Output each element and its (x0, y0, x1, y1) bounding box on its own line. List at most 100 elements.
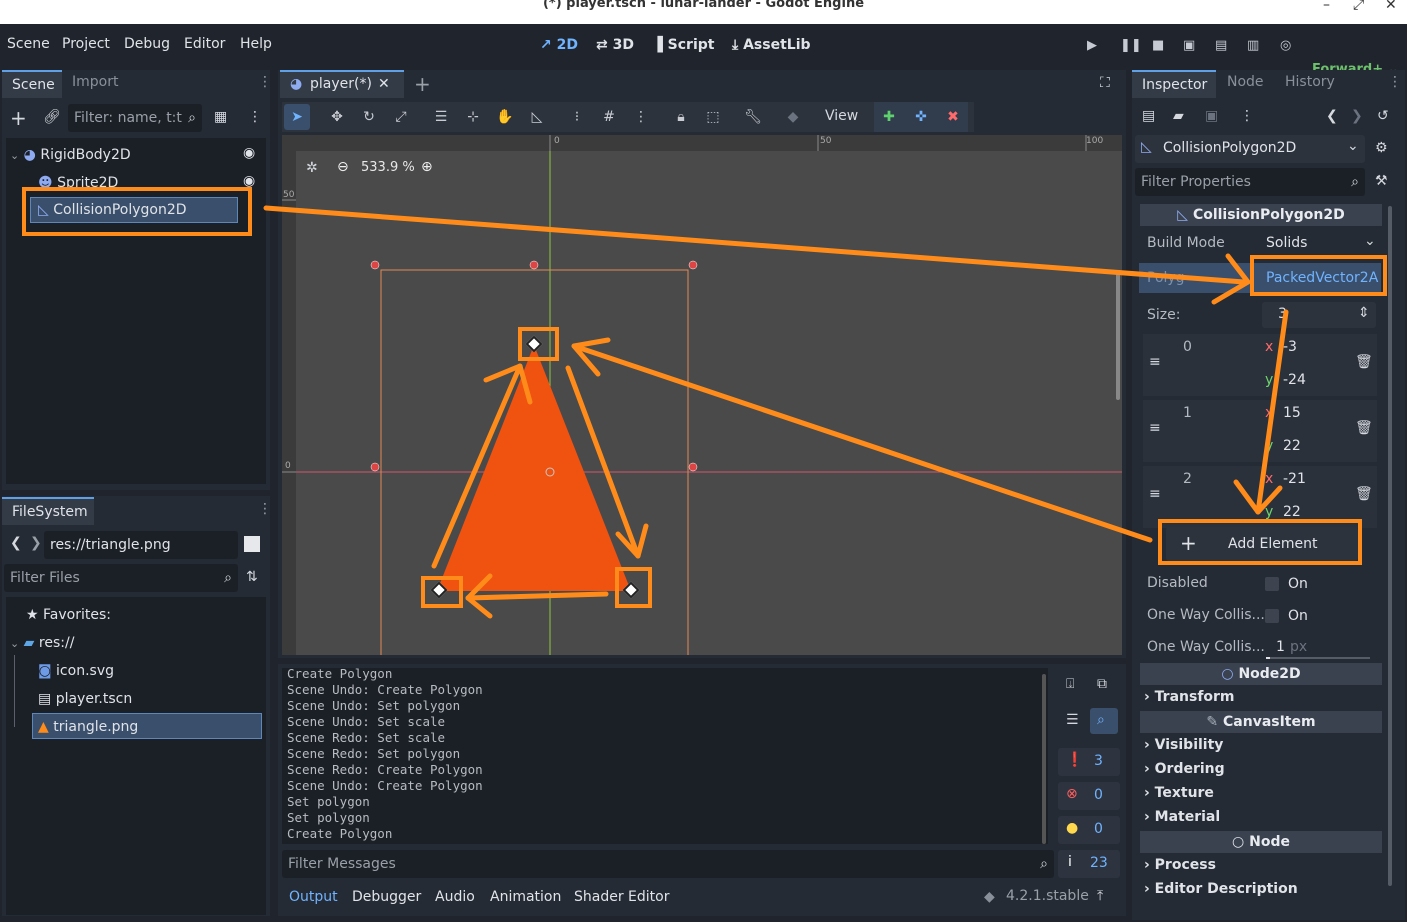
menu-editor[interactable]: Editor (184, 36, 225, 52)
element-2-x[interactable]: -21 (1283, 471, 1306, 487)
section-collisionpolygon2d[interactable]: ◺ CollisionPolygon2D (1140, 204, 1382, 226)
property-options-icon[interactable]: ⚒︎ (1375, 173, 1388, 189)
tab-scene[interactable]: Scene (2, 70, 62, 98)
bottom-tab-animation[interactable]: Animation (490, 889, 561, 905)
category-material[interactable]: › Material (1144, 809, 1220, 825)
drag-handle-icon[interactable]: ≡ (1149, 486, 1161, 502)
scale-tool-icon[interactable]: ⤢ (391, 107, 411, 127)
history-forward-icon[interactable]: ❯ (1351, 108, 1363, 124)
grid-snap-icon[interactable]: # (599, 107, 619, 127)
canvas-viewport[interactable]: 0 50 100 50 0 ✲ ⊖ 533.9 % ⊕ (282, 135, 1122, 655)
workspace-assetlib-button[interactable]: ⤓ AssetLib (732, 37, 811, 53)
dock-menu-icon[interactable]: ⋮ (1388, 74, 1402, 90)
tab-filesystem[interactable]: FileSystem (2, 497, 94, 525)
favorites-row[interactable]: ★ Favorites: (26, 603, 111, 627)
file-player-tscn[interactable]: ▤ player.tscn (38, 687, 132, 711)
bottom-tab-output[interactable]: Output (289, 889, 338, 905)
warnings-filter-button[interactable]: ● 0 (1058, 816, 1120, 844)
minimize-button[interactable]: – (1323, 0, 1330, 13)
edit-points-icon[interactable]: ✜ (911, 107, 931, 127)
fullscreen-icon[interactable]: ⛶ (1100, 75, 1110, 91)
stop-icon[interactable]: ■ (1152, 38, 1164, 53)
element-2-y[interactable]: 22 (1283, 504, 1301, 520)
inspector-scrollbar[interactable] (1388, 206, 1392, 886)
one-way-margin-slider[interactable]: 1 px (1266, 634, 1372, 660)
file-icon-svg[interactable]: ◙ icon.svg (38, 659, 114, 683)
section-canvasitem[interactable]: ✎ CanvasItem (1140, 711, 1382, 733)
filter-messages-input[interactable]: Filter Messages ⌕ (282, 850, 1054, 878)
menu-debug[interactable]: Debug (124, 36, 170, 52)
category-process[interactable]: › Process (1144, 857, 1216, 873)
category-texture[interactable]: › Texture (1144, 785, 1214, 801)
bottom-tab-audio[interactable]: Audio (435, 889, 475, 905)
bottom-tab-shader-editor[interactable]: Shader Editor (574, 889, 669, 905)
section-node2d[interactable]: ○ Node2D (1140, 663, 1382, 685)
delete-points-icon[interactable]: ✖ (943, 107, 963, 127)
element-1-y[interactable]: 22 (1283, 438, 1301, 454)
info-filter-button[interactable]: ⅰ 23 (1058, 850, 1120, 878)
errors-filter-button[interactable]: ⊗ 0 (1058, 782, 1120, 810)
group-icon[interactable]: ⬚ (703, 107, 723, 127)
size-spinbox[interactable]: 3 ⇕ (1262, 302, 1376, 328)
dock-menu-icon[interactable]: ⋮ (258, 74, 272, 90)
play-icon[interactable]: ▶ (1087, 38, 1097, 53)
new-scene-tab-button[interactable]: + (414, 72, 431, 96)
category-transform[interactable]: › Transform (1144, 689, 1235, 705)
back-arrow-icon[interactable]: ❮ (10, 535, 22, 551)
trash-icon[interactable]: 🗑︎ (1355, 420, 1373, 436)
file-triangle-png[interactable]: ▲ triangle.png (38, 715, 138, 739)
section-node[interactable]: ○ Node (1140, 831, 1382, 853)
category-visibility[interactable]: › Visibility (1144, 737, 1223, 753)
element-1-x[interactable]: 15 (1283, 405, 1301, 421)
clear-output-icon[interactable]: ⍗ (1066, 676, 1074, 692)
output-scrollbar[interactable] (1042, 674, 1046, 844)
play-scene-icon[interactable]: ▤ (1215, 38, 1227, 53)
history-back-icon[interactable]: ❮ (1326, 108, 1338, 124)
movie-maker-icon[interactable]: ◎ (1280, 38, 1291, 53)
move-tool-icon[interactable]: ✥ (327, 107, 347, 127)
copy-output-icon[interactable]: ⧉ (1097, 676, 1107, 692)
dock-menu-icon[interactable]: ⋮ (258, 501, 272, 517)
zoom-level[interactable]: 533.9 % (361, 160, 415, 175)
bottom-tab-debugger[interactable]: Debugger (352, 889, 421, 905)
lock-icon[interactable]: 🔒︎ (671, 107, 691, 127)
trash-icon[interactable]: 🗑︎ (1355, 354, 1373, 370)
workspace-3d-button[interactable]: ⇄ 3D (596, 37, 634, 53)
tab-player[interactable]: ◕ player(*) ✕ (280, 70, 404, 98)
tab-history[interactable]: History (1285, 74, 1335, 90)
search-icon[interactable]: ⌕ (1097, 712, 1105, 728)
drag-handle-icon[interactable]: ≡ (1149, 420, 1161, 436)
workspace-2d-button[interactable]: ↗ 2D (540, 37, 578, 53)
tree-node-rigidbody2d[interactable]: ⌄ ◕ RigidBody2D (10, 143, 131, 167)
select-tool-icon[interactable]: ➤ (287, 107, 307, 127)
selectable-nodes-icon[interactable]: ☰ (431, 107, 451, 127)
vscroll-bar[interactable] (1116, 270, 1120, 400)
add-node-icon[interactable]: + (10, 106, 27, 130)
visibility-eye-icon[interactable]: ◉ (243, 145, 255, 161)
menu-scene[interactable]: Scene (7, 36, 50, 52)
remote-debug-icon[interactable]: ▣ (1183, 38, 1195, 53)
attach-script-icon[interactable]: ▦ (214, 109, 227, 125)
element-0-x[interactable]: -3 (1283, 339, 1297, 355)
zoom-in-icon[interactable]: ⊕ (421, 159, 433, 175)
forward-arrow-icon[interactable]: ❯ (30, 535, 42, 551)
one-way-collision-checkbox[interactable] (1265, 609, 1279, 623)
menu-project[interactable]: Project (62, 36, 110, 52)
pan-tool-icon[interactable]: ✋ (495, 107, 515, 127)
scene-menu-icon[interactable]: ⋮ (248, 109, 262, 125)
element-0-y[interactable]: -24 (1283, 372, 1306, 388)
create-points-icon[interactable]: ✚ (879, 107, 899, 127)
drag-handle-icon[interactable]: ≡ (1149, 354, 1161, 370)
ruler-tool-icon[interactable]: ◺ (527, 107, 547, 127)
tab-inspector[interactable]: Inspector (1132, 70, 1216, 98)
close-window-button[interactable]: ✕ (1385, 0, 1397, 13)
disabled-checkbox[interactable] (1265, 577, 1279, 591)
trash-icon[interactable]: 🗑︎ (1355, 486, 1373, 502)
tab-import[interactable]: Import (72, 74, 118, 90)
close-tab-icon[interactable]: ✕ (378, 76, 390, 92)
smart-snap-icon[interactable]: ⁝ (567, 107, 587, 127)
link-icon[interactable]: 🔗︎ (43, 109, 61, 125)
new-resource-icon[interactable]: ▤ (1142, 108, 1155, 124)
category-editor-description[interactable]: › Editor Description (1144, 881, 1298, 897)
rotate-tool-icon[interactable]: ↻ (359, 107, 379, 127)
